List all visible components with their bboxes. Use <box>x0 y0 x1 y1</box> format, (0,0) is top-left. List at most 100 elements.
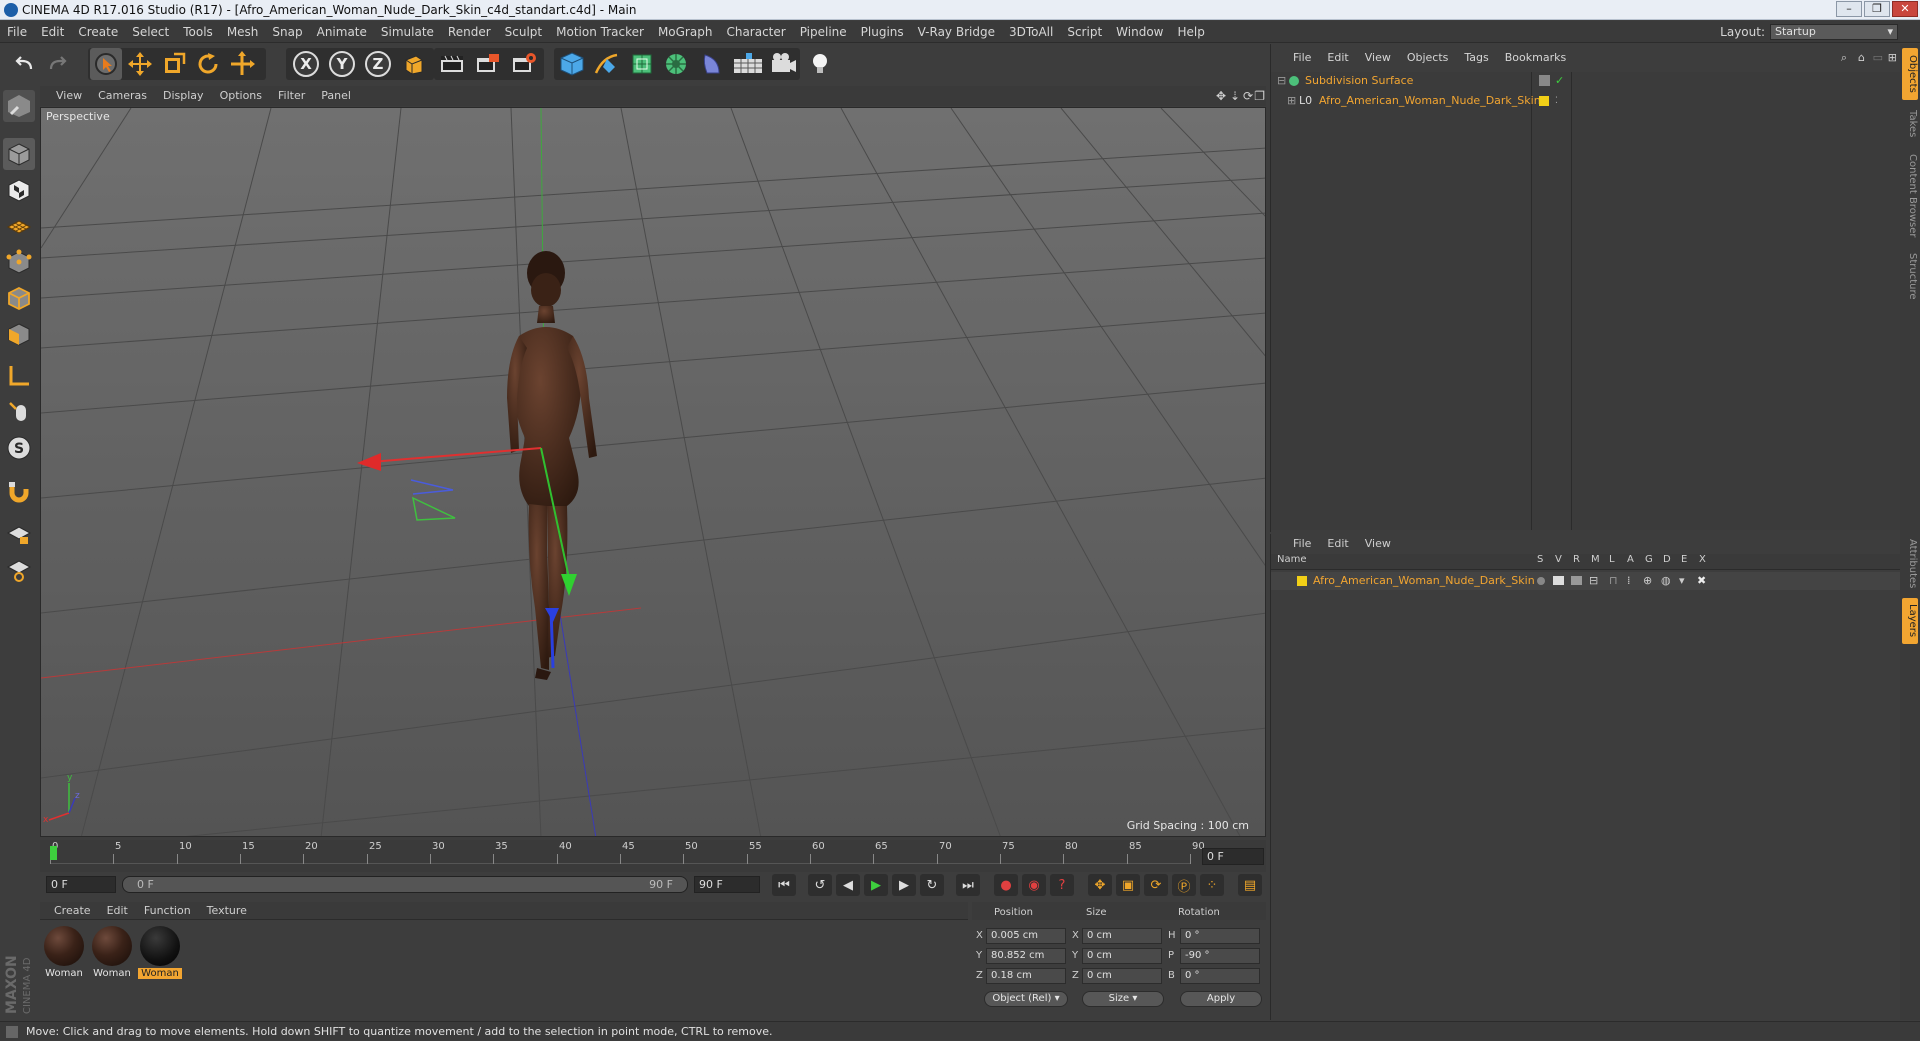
menu-motion-tracker[interactable]: Motion Tracker <box>549 21 651 43</box>
timeline-window-icon[interactable]: ▤ <box>1238 874 1262 896</box>
points-mode-icon[interactable] <box>3 246 35 278</box>
position-x-field[interactable]: 0.005 cm <box>986 928 1066 944</box>
floor-icon[interactable] <box>732 48 764 80</box>
key-scale-icon[interactable]: ▣ <box>1116 874 1140 896</box>
record-active-icon[interactable]: ● <box>994 874 1018 896</box>
rotation-b-field[interactable]: 0 ° <box>1180 968 1260 984</box>
menu-edit[interactable]: Edit <box>34 21 71 43</box>
tweak-mode-icon[interactable] <box>3 396 35 428</box>
cube-icon[interactable] <box>556 48 588 80</box>
size-z-field[interactable]: 0 cm <box>1082 968 1162 984</box>
object-menu-bookmarks[interactable]: Bookmarks <box>1497 48 1574 68</box>
material-menu-texture[interactable]: Texture <box>199 902 255 920</box>
object-menu-file[interactable]: File <box>1271 48 1319 68</box>
pen-icon[interactable] <box>590 48 622 80</box>
menu-select[interactable]: Select <box>125 21 176 43</box>
deformer-icon[interactable] <box>696 48 728 80</box>
object-row-character[interactable]: ⊞ L0 Afro_American_Woman_Nude_Dark_Skin … <box>1271 92 1901 110</box>
key-position-icon[interactable]: ✥ <box>1088 874 1112 896</box>
visibility-dots-icon[interactable]: ⁚ <box>1555 92 1558 110</box>
workplane-mode-icon[interactable] <box>3 210 35 242</box>
menu-character[interactable]: Character <box>719 21 792 43</box>
deformers-toggle-icon[interactable]: ◍ <box>1661 572 1671 590</box>
viewport-dolly-icon[interactable]: ⇣ <box>1230 86 1240 106</box>
layer-menu-edit[interactable]: Edit <box>1319 534 1356 554</box>
material-menu-create[interactable]: Create <box>40 902 99 920</box>
viewport-menu-filter[interactable]: Filter <box>270 86 313 106</box>
layer-row[interactable]: Afro_American_Woman_Nude_Dark_Skin ⊟ ⊓ ⁞… <box>1271 572 1901 590</box>
viewport-maximize-icon[interactable]: ❐ <box>1254 86 1265 106</box>
rotation-p-field[interactable]: -90 ° <box>1180 948 1260 964</box>
viewport-perspective[interactable]: y x z Perspective Grid Spacing : 100 cm <box>40 107 1266 837</box>
live-select-icon[interactable] <box>90 48 122 80</box>
object-menu-objects[interactable]: Objects <box>1399 48 1457 68</box>
rotation-h-field[interactable]: 0 ° <box>1180 928 1260 944</box>
tab-takes[interactable]: Takes <box>1902 104 1918 144</box>
menu-snap[interactable]: Snap <box>265 21 309 43</box>
z-axis-icon[interactable]: Z <box>362 48 394 80</box>
menu-plugins[interactable]: Plugins <box>854 21 911 43</box>
apply-button[interactable]: Apply <box>1180 991 1262 1007</box>
menu-mesh[interactable]: Mesh <box>220 21 266 43</box>
redo-icon[interactable] <box>42 48 74 80</box>
frame-range-slider[interactable]: 0 F 90 F <box>122 876 688 893</box>
layer-color-swatch[interactable] <box>1297 576 1307 586</box>
viewport-menu-display[interactable]: Display <box>155 86 212 106</box>
menu-create[interactable]: Create <box>71 21 125 43</box>
tab-attributes[interactable]: Attributes <box>1902 534 1918 594</box>
menu-simulate[interactable]: Simulate <box>374 21 441 43</box>
move-icon[interactable] <box>124 48 156 80</box>
expressions-toggle-icon[interactable]: ▾ <box>1679 572 1685 590</box>
solo-toggle-icon[interactable] <box>1537 577 1545 585</box>
close-button[interactable]: ✕ <box>1892 1 1918 17</box>
workplane-lock-icon[interactable] <box>3 518 35 550</box>
position-z-field[interactable]: 0.18 cm <box>986 968 1066 984</box>
menu-3dtoall[interactable]: 3DToAll <box>1002 21 1060 43</box>
position-y-field[interactable]: 80.852 cm <box>986 948 1066 964</box>
minimize-button[interactable]: – <box>1836 1 1862 17</box>
home-icon[interactable]: ⌂ <box>1858 48 1865 68</box>
menu-mograph[interactable]: MoGraph <box>651 21 720 43</box>
viewport-pan-icon[interactable]: ✥ <box>1216 86 1226 106</box>
subdivision-icon[interactable] <box>626 48 658 80</box>
undo-icon[interactable] <box>8 48 40 80</box>
goto-end-icon[interactable]: ⏭ <box>956 874 980 896</box>
viewport-rotate-icon[interactable]: ⟳ <box>1243 86 1253 106</box>
viewport-menu-view[interactable]: View <box>40 86 90 106</box>
manager-toggle-icon[interactable]: ⊟ <box>1589 572 1598 590</box>
start-frame-field[interactable]: 0 F <box>46 876 116 893</box>
axis-mode-icon[interactable] <box>3 360 35 392</box>
layer-menu-file[interactable]: File <box>1271 534 1319 554</box>
texture-mode-icon[interactable] <box>3 174 35 206</box>
material-swatch-selected[interactable]: Woman <box>138 926 182 984</box>
mograph-cloner-icon[interactable] <box>660 48 692 80</box>
rotate-icon[interactable] <box>192 48 224 80</box>
new-view-icon[interactable]: ▭ <box>1873 48 1883 68</box>
enabled-check-icon[interactable]: ✓ <box>1555 72 1564 90</box>
collapse-icon[interactable]: ⊟ <box>1277 72 1286 90</box>
render-picture-viewer-icon[interactable] <box>472 48 504 80</box>
menu-animate[interactable]: Animate <box>310 21 374 43</box>
x-axis-icon[interactable]: X <box>290 48 322 80</box>
object-menu-tags[interactable]: Tags <box>1456 48 1496 68</box>
keyframe-selection-icon[interactable]: ? <box>1050 874 1074 896</box>
camera-icon[interactable] <box>768 48 800 80</box>
light-icon[interactable] <box>804 48 836 80</box>
menu-pipeline[interactable]: Pipeline <box>793 21 854 43</box>
editor-visibility-icon[interactable] <box>1539 75 1550 86</box>
tab-content-browser[interactable]: Content Browser <box>1902 148 1918 244</box>
y-axis-icon[interactable]: Y <box>326 48 358 80</box>
search-icon[interactable]: ⌕ <box>1841 48 1847 68</box>
object-menu-view[interactable]: View <box>1357 48 1399 68</box>
tab-layers[interactable]: Layers <box>1902 598 1918 644</box>
menu-render[interactable]: Render <box>441 21 498 43</box>
viewport-menu-panel[interactable]: Panel <box>313 86 359 106</box>
play-icon[interactable]: ▶ <box>864 874 888 896</box>
material-swatch[interactable]: Woman <box>90 926 134 984</box>
current-frame-field[interactable]: 0 F <box>1202 848 1264 865</box>
layer-menu-view[interactable]: View <box>1357 534 1399 554</box>
layout-select[interactable]: Startup ▾ <box>1770 24 1898 40</box>
animation-toggle-icon[interactable]: ⁞ <box>1627 572 1631 590</box>
goto-previous-key-icon[interactable]: ↺ <box>808 874 832 896</box>
lock-toggle-icon[interactable]: ⊓ <box>1609 572 1618 590</box>
